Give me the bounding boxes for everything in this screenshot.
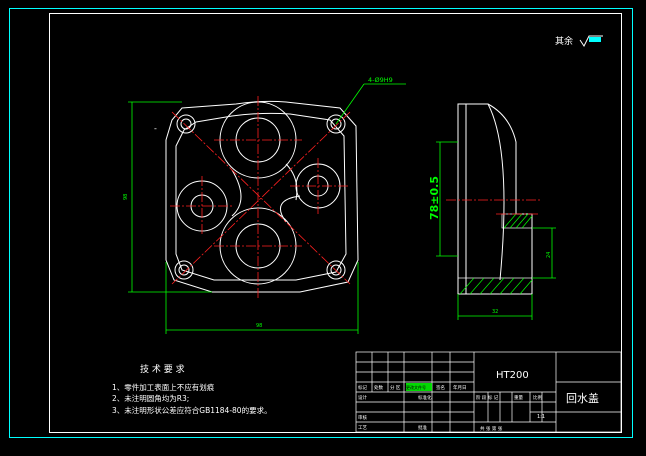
stray-dash-mark: - <box>154 124 157 133</box>
side-view-dimensions <box>436 141 556 320</box>
bolt-hole-bl <box>174 260 194 280</box>
material-text: HT200 <box>496 370 529 381</box>
side-view[interactable]: 78±0.5 24 32 <box>428 103 556 320</box>
side-view-curved-edge <box>487 103 505 281</box>
center-lines <box>170 96 351 300</box>
label-approve: 批准 <box>418 424 427 431</box>
hole-callout-text: 4-Ø9H9 <box>368 76 393 84</box>
dim-bottom-value: 98 <box>256 323 262 329</box>
front-view-inner-chamfer <box>175 112 347 281</box>
label-sheets: 共 张 第 张 <box>480 425 503 432</box>
part-name-text: 回水盖 <box>566 391 599 405</box>
label-process: 工艺 <box>358 425 367 431</box>
label-standardize: 标准化 <box>418 394 432 401</box>
tech-req-item-1: 1、零件加工表面上不应有划痕 <box>112 382 215 392</box>
tech-req-title: 技 术 要 求 <box>140 363 185 375</box>
side-view-body <box>457 103 533 295</box>
hole-callout-leader <box>335 83 365 125</box>
label-design: 设计 <box>358 394 367 401</box>
label-mark: 标记 <box>358 384 367 391</box>
dim-small-value: 24 <box>546 252 552 258</box>
label-stage-mark: 阶 段 标 记 <box>476 394 499 401</box>
tech-req-item-2: 2、未注明圆角均为R3; <box>112 393 189 403</box>
label-sign: 签名 <box>436 384 445 391</box>
bolt-hole-tl-inner <box>180 118 192 130</box>
title-block-text: HT200 回水盖 1:1 标记 处数 分 区 更改文件号 签名 年月日 设计 … <box>358 370 599 432</box>
dim-side-bottom-value: 32 <box>492 309 498 315</box>
roughness-value-box <box>589 37 601 42</box>
sheet-outer-frame <box>9 8 633 438</box>
label-date: 年月日 <box>453 384 467 391</box>
label-count: 处数 <box>374 384 383 391</box>
scale-text: 1:1 <box>537 414 545 420</box>
label-scale: 比例 <box>533 394 542 401</box>
label-weight: 重量 <box>514 394 523 401</box>
roughness-note: 其余 <box>555 35 603 47</box>
side-view-hatch-upper <box>501 213 533 229</box>
tech-req-item-3: 3、未注明形状公差应符合GB1184-80的要求。 <box>112 405 272 415</box>
roughness-label: 其余 <box>555 35 573 47</box>
bolt-hole-bl-inner <box>178 264 190 276</box>
dim-height-value: 78±0.5 <box>428 176 441 220</box>
front-view[interactable]: 98 98 4-Ø9H9 - <box>123 76 406 334</box>
side-view-hatch-lower <box>457 277 533 295</box>
label-change-doc: 更改文件号 <box>406 384 426 390</box>
label-zone: 分 区 <box>390 384 401 391</box>
cad-drawing-canvas[interactable]: 其余 98 98 4-Ø9H9 - 78±0.5 24 32 技 术 要 求 1… <box>0 0 646 456</box>
tech-requirements: 技 术 要 求 1、零件加工表面上不应有划痕 2、未注明圆角均为R3; 3、未注… <box>112 363 272 415</box>
label-audit: 审核 <box>358 414 367 421</box>
sheet-inner-frame <box>49 13 622 433</box>
dim-left-value: 98 <box>123 194 129 200</box>
